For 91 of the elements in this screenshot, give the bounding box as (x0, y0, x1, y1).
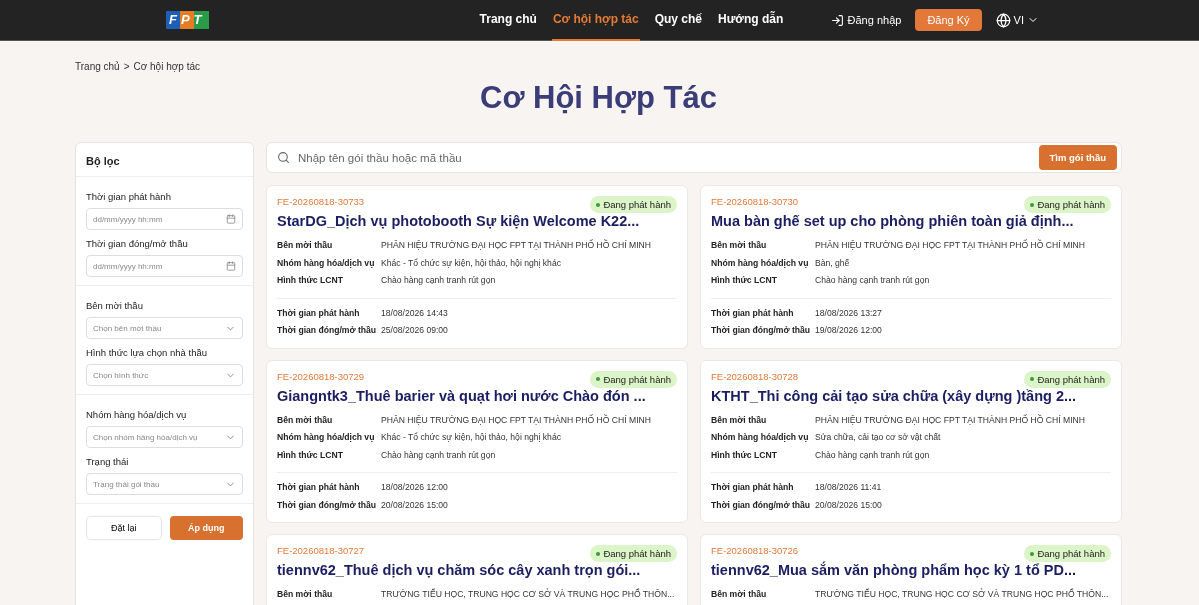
nav-link[interactable]: Hướng dẫn (717, 0, 785, 41)
field-value: PHÂN HIỆU TRƯỜNG ĐẠI HỌC FPT TẠI THÀNH PHỐ HỒ CHÍ MINH (381, 238, 651, 252)
field-value: 20/08/2026 15:00 (815, 498, 882, 512)
select-field[interactable]: Chọn bên mời thầu (86, 317, 243, 339)
nav-link[interactable]: Quy chế (653, 0, 703, 41)
filter-label: Trạng thái (86, 456, 130, 467)
field-label: Bên mời thầu (711, 239, 768, 252)
tender-title[interactable]: KTHT_Thi công cải tạo sửa chữa (xây dựng )tầng 2... (711, 387, 1111, 404)
field-label: Thời gian đóng/mở thầu (277, 498, 378, 512)
status-badge: Đang phát hành (1024, 370, 1111, 388)
date-field[interactable]: dd/mm/yyyy hh:mm (86, 255, 243, 277)
page-title: Cơ Hội Hợp Tác (479, 80, 718, 116)
field-label: Thời gian phát hành (277, 306, 361, 320)
field-label: Bên mời thầu (277, 588, 334, 601)
status-badge: Đang phát hành (590, 370, 677, 388)
field-value: 18/08/2026 11:41 (815, 481, 882, 494)
field-value: Chào hàng cạnh tranh rút gọn (381, 448, 496, 462)
filter-label: Thời gian phát hành (86, 191, 172, 202)
field-value: PHÂN HIỆU TRƯỜNG ĐẠI HỌC FPT TẠI THÀNH PHỐ HỒ CHÍ MINH (815, 413, 1085, 427)
field-value: PHÂN HIỆU TRƯỜNG ĐẠI HỌC FPT TẠI THÀNH PHỐ HỒ CHÍ MINH (381, 413, 651, 427)
language-button[interactable]: VI (995, 12, 1039, 28)
tender-code: FE-20260818-30730 (711, 196, 799, 207)
field-label: Hình thức LCNT (711, 274, 778, 287)
field-label: Nhóm hàng hóa/dịch vụ (711, 431, 810, 444)
field-label: Hình thức LCNT (277, 274, 344, 287)
select-field[interactable]: Trạng thái gói thầu (86, 473, 243, 495)
tender-code: FE-20260818-30727 (277, 545, 365, 556)
calendar-icon (226, 261, 236, 271)
field-label: Nhóm hàng hóa/dịch vụ (277, 256, 376, 270)
field-label: Bên mời thầu (711, 588, 768, 601)
field-label: Nhóm hàng hóa/dịch vụ (277, 431, 376, 444)
nav-link[interactable]: Trang chủ (478, 0, 538, 41)
field-value: Chào hàng cạnh tranh rút gọn (815, 274, 930, 287)
tender-title[interactable]: StarDG_Dịch vụ photobooth Sự kiện Welcome K22... (277, 213, 677, 229)
breadcrumb-separator: > (123, 61, 130, 72)
globe-icon (995, 12, 1011, 28)
field-value: 18/08/2026 14:43 (381, 306, 448, 320)
filter-label: Hình thức lựa chọn nhà thầu (86, 347, 208, 358)
field-value: Sửa chữa, cải tạo cơ sở vật chất (815, 431, 941, 444)
field-value: PHÂN HIỆU TRƯỜNG ĐẠI HỌC FPT TẠI THÀNH PHỐ HỒ CHÍ MINH (815, 238, 1085, 252)
search-icon (277, 151, 290, 164)
field-label: Thời gian phát hành (711, 481, 795, 494)
date-field[interactable]: dd/mm/yyyy hh:mm (86, 208, 243, 230)
select-field[interactable]: Chọn hình thức (86, 364, 243, 386)
field-value: 18/08/2026 13:27 (815, 306, 882, 320)
field-value: 25/08/2026 09:00 (381, 324, 448, 337)
login-link[interactable]: Đăng nhập (830, 13, 902, 27)
status-badge: Đang phát hành (1024, 196, 1111, 213)
breadcrumb-link[interactable]: Trang chủ (75, 61, 120, 72)
tender-title[interactable]: Giangntk3_Thuê barier và quạt hơi nước Chào đón ... (277, 387, 677, 404)
field-label: Thời gian phát hành (711, 306, 795, 320)
nav-link[interactable]: Cơ hội hợp tác (551, 0, 640, 41)
field-value: 18/08/2026 12:00 (381, 481, 448, 494)
field-label: Bên mời thầu (277, 413, 334, 427)
field-value: Chào hàng cạnh tranh rút gọn (815, 448, 930, 462)
field-value: Khác - Tổ chức sự kiện, hội thảo, hội nghị khác (381, 431, 561, 444)
tender-title[interactable]: tiennv62_Mua sắm văn phòng phẩm học kỳ 1 tổ PD... (711, 562, 1111, 578)
reset-button[interactable]: Đặt lại (86, 516, 162, 540)
field-value: Bàn, ghế (815, 256, 850, 270)
status-badge: Đang phát hành (590, 196, 677, 213)
field-label: Thời gian phát hành (277, 481, 361, 494)
calendar-icon (226, 214, 236, 224)
filter-label: Nhóm hàng hóa/dịch vụ (86, 409, 188, 420)
tender-title[interactable]: Mua bàn ghế set up cho phòng phiên toàn giả định... (711, 213, 1111, 229)
tender-code: FE-20260818-30733 (277, 196, 365, 207)
tender-code: FE-20260818-30728 (711, 370, 799, 382)
filter-title: Bộ lọc (76, 143, 253, 177)
status-badge: Đang phát hành (590, 545, 677, 562)
filter-label: Thời gian đóng/mở thầu (86, 238, 189, 249)
tender-code: FE-20260818-30726 (711, 545, 799, 556)
field-value: 20/08/2026 15:00 (381, 498, 448, 512)
field-value: Chào hàng cạnh tranh rút gọn (381, 274, 496, 287)
breadcrumb-link[interactable]: Cơ hội hợp tác (133, 61, 200, 72)
tender-title[interactable]: tiennv62_Thuê dịch vụ chăm sóc cây xanh trọn gói... (277, 562, 677, 578)
status-badge: Đang phát hành (1024, 545, 1111, 562)
filter-label: Bên mời thầu (86, 300, 144, 311)
login-icon (830, 13, 844, 27)
field-label: Nhóm hàng hóa/dịch vụ (711, 256, 810, 270)
field-label: Hình thức LCNT (711, 448, 778, 462)
field-label: Thời gian đóng/mở thầu (711, 498, 812, 512)
field-value: Khác - Tổ chức sự kiện, hội thảo, hội nghị khác (381, 256, 561, 270)
field-label: Bên mời thầu (277, 239, 334, 252)
field-label: Thời gian đóng/mở thầu (277, 324, 378, 337)
select-field[interactable]: Chọn nhóm hàng hóa/dịch vụ (86, 426, 243, 448)
field-label: Bên mời thầu (711, 413, 768, 427)
field-label: Hình thức LCNT (277, 448, 344, 462)
field-value: TRƯỜNG TIỂU HỌC, TRUNG HỌC CƠ SỞ VÀ TRUNG HỌC PHỔ THÔN... (815, 587, 1109, 601)
field-label: Thời gian đóng/mở thầu (711, 324, 812, 337)
tender-code: FE-20260818-30729 (277, 370, 365, 382)
field-value: TRƯỜNG TIỂU HỌC, TRUNG HỌC CƠ SỞ VÀ TRUNG HỌC PHỔ THÔN... (381, 587, 675, 601)
field-value: 19/08/2026 12:00 (815, 324, 882, 337)
